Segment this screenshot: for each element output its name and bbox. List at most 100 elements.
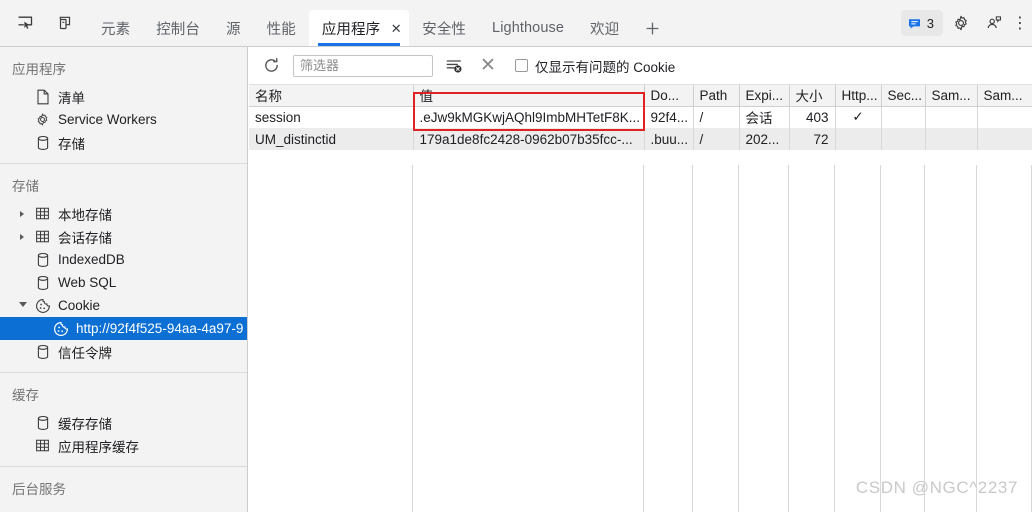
table-grid-icon xyxy=(34,437,51,454)
table-grid-icon xyxy=(34,205,51,222)
cell-expires: 202... xyxy=(739,128,790,150)
table-row[interactable]: UM_distinctid 179a1de8fc2428-0962b07b35f… xyxy=(249,128,1032,150)
cell-domain: .buu... xyxy=(644,128,694,150)
database-icon xyxy=(34,274,51,291)
only-issues-label: 仅显示有问题的 Cookie xyxy=(535,59,676,75)
message-count-badge[interactable]: 3 xyxy=(900,10,943,36)
cell-samesite xyxy=(925,128,978,150)
cell-path: / xyxy=(693,106,740,128)
sidebar-item-label: 应用程序缓存 xyxy=(58,439,139,455)
sidebar-item-cache-storage[interactable]: 缓存存储 xyxy=(0,411,247,434)
table-grid-lines xyxy=(249,165,1032,512)
refresh-icon[interactable] xyxy=(259,54,283,78)
cell-httponly xyxy=(835,128,882,150)
cell-value: .eJw9kMGKwjAQhl9ImbMHTetF8K... xyxy=(413,106,645,128)
devtools-tabs: 元素 控制台 源 性能 应用程序 ✕ 安全性 Lighthouse 欢迎 xyxy=(88,0,672,46)
database-icon xyxy=(34,134,51,151)
sidebar-section-background-services: 后台服务 xyxy=(0,467,247,512)
message-bubble-icon xyxy=(908,18,920,29)
sidebar-item-storage[interactable]: 存储 xyxy=(0,131,247,154)
sidebar-item-application-cache[interactable]: 应用程序缓存 xyxy=(0,434,247,457)
devtools-window: 元素 控制台 源 性能 应用程序 ✕ 安全性 Lighthouse 欢迎 3 ⋮… xyxy=(0,0,1032,512)
sidebar-item-session-storage[interactable]: 会话存储 xyxy=(0,225,247,248)
cell-samesite2 xyxy=(977,106,1032,128)
sidebar-item-label: http://92f4f525-94aa-4a97-9 xyxy=(76,321,244,336)
sidebar-item-label: Cookie xyxy=(58,298,101,313)
column-header-samesite[interactable]: Sam... xyxy=(925,85,978,107)
column-header-path[interactable]: Path xyxy=(693,85,740,107)
clear-all-cookies-icon[interactable]: ✕ xyxy=(475,53,501,79)
cell-secure xyxy=(881,106,926,128)
manifest-file-icon xyxy=(34,88,51,105)
cookies-table-wrapper: 名称 值 Do... Path Expi... 大小 Http... Sec..… xyxy=(249,85,1032,512)
sidebar-item-service-workers[interactable]: Service Workers xyxy=(0,108,247,131)
sidebar-section-cache: 缓存 缓存存储 应用程序缓存 xyxy=(0,373,247,467)
cell-size: 72 xyxy=(789,128,836,150)
cookies-table[interactable]: 名称 值 Do... Path Expi... 大小 Http... Sec..… xyxy=(249,85,1032,150)
table-grid-icon xyxy=(34,228,51,245)
filter-input[interactable] xyxy=(293,54,433,77)
tab-console[interactable]: 控制台 xyxy=(143,10,213,46)
sidebar-item-cookie-origin[interactable]: http://92f4f525-94aa-4a97-9 xyxy=(0,317,247,340)
more-options-icon[interactable]: ⋮ xyxy=(1012,9,1028,37)
sidebar-item-local-storage[interactable]: 本地存储 xyxy=(0,202,247,225)
cell-name: session xyxy=(249,106,414,128)
cell-samesite xyxy=(925,106,978,128)
cookie-icon xyxy=(52,320,69,337)
message-count: 3 xyxy=(926,15,934,31)
chevron-right-icon[interactable] xyxy=(20,233,24,240)
tab-security[interactable]: 安全性 xyxy=(409,10,479,46)
sidebar-item-web-sql[interactable]: Web SQL xyxy=(0,271,247,294)
sidebar-item-label: Web SQL xyxy=(58,275,117,290)
sidebar-section-storage: 存储 本地存储 会话存储 IndexedDB Web SQL Cookie ht… xyxy=(0,164,247,373)
toolbar-right-controls: 3 ⋮ xyxy=(900,0,1032,46)
tab-lighthouse[interactable]: Lighthouse xyxy=(479,10,577,46)
table-row[interactable]: session .eJw9kMGKwjAQhl9ImbMHTetF8K... 9… xyxy=(249,106,1032,128)
database-icon xyxy=(34,343,51,360)
tab-sources[interactable]: 源 xyxy=(213,10,254,46)
column-header-secure[interactable]: Sec... xyxy=(881,85,926,107)
gear-icon xyxy=(34,111,51,128)
inspect-element-icon[interactable] xyxy=(10,9,40,37)
add-tab-icon[interactable] xyxy=(632,10,672,46)
sidebar-section-header: 缓存 xyxy=(12,388,39,403)
database-icon xyxy=(34,251,51,268)
device-toolbar-icon[interactable] xyxy=(48,9,78,37)
customize-devtools-icon[interactable] xyxy=(979,9,1009,37)
tab-application[interactable]: 应用程序 ✕ xyxy=(308,10,410,46)
tab-label: Lighthouse xyxy=(492,20,564,36)
column-header-samesite2[interactable]: Sam... xyxy=(977,85,1032,107)
cell-path: / xyxy=(693,128,740,150)
application-sidebar[interactable]: 应用程序 清单 Service Workers 存储 存储 本地存储 会话存储 … xyxy=(0,47,248,512)
sidebar-item-cookie[interactable]: Cookie xyxy=(0,294,247,317)
sidebar-item-trust-tokens[interactable]: 信任令牌 xyxy=(0,340,247,363)
column-header-httponly[interactable]: Http... xyxy=(835,85,882,107)
column-header-expires[interactable]: Expi... xyxy=(739,85,790,107)
cookies-panel: ✕ 仅显示有问题的 Cookie xyxy=(249,47,1032,512)
cell-value: 179a1de8fc2428-0962b07b35fcc-... xyxy=(413,128,645,150)
chevron-down-icon[interactable] xyxy=(19,301,27,310)
sidebar-item-label: 存储 xyxy=(58,136,85,152)
clear-filters-icon[interactable] xyxy=(443,55,465,77)
tab-elements[interactable]: 元素 xyxy=(88,10,143,46)
column-header-value[interactable]: 值 xyxy=(413,85,645,107)
chevron-right-icon[interactable] xyxy=(20,210,24,217)
cell-secure xyxy=(881,128,926,150)
close-icon[interactable]: ✕ xyxy=(389,21,403,35)
sidebar-item-label: 信任令牌 xyxy=(58,345,112,361)
column-header-size[interactable]: 大小 xyxy=(789,85,836,107)
tab-welcome[interactable]: 欢迎 xyxy=(577,10,632,46)
tab-label: 元素 xyxy=(101,21,131,38)
sidebar-section-header: 存储 xyxy=(12,179,39,194)
only-issues-checkbox-wrapper[interactable]: 仅显示有问题的 Cookie xyxy=(515,56,675,76)
only-issues-checkbox[interactable] xyxy=(515,59,528,72)
sidebar-item-manifest[interactable]: 清单 xyxy=(0,85,247,108)
column-header-name[interactable]: 名称 xyxy=(249,85,414,107)
sidebar-item-indexeddb[interactable]: IndexedDB xyxy=(0,248,247,271)
sidebar-item-label: 清单 xyxy=(58,90,85,106)
tab-performance[interactable]: 性能 xyxy=(254,10,309,46)
sidebar-item-label: IndexedDB xyxy=(58,252,125,267)
gear-icon[interactable] xyxy=(946,9,976,37)
column-header-domain[interactable]: Do... xyxy=(644,85,694,107)
tab-label: 欢迎 xyxy=(590,21,620,38)
